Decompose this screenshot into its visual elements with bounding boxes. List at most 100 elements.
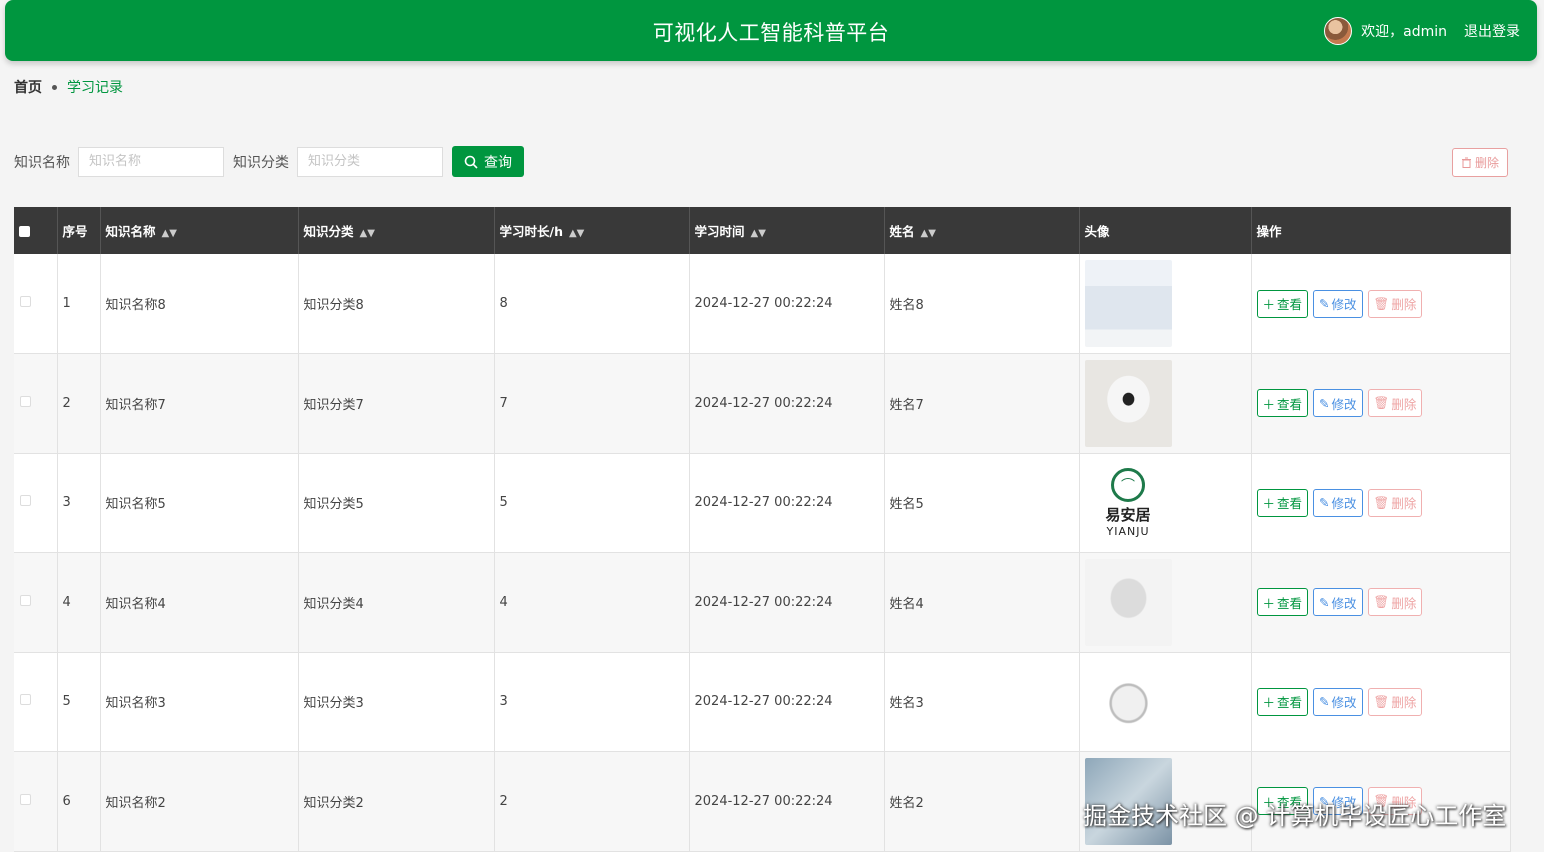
view-button[interactable]: ＋查看 <box>1256 289 1309 318</box>
plus-icon: ＋ <box>1262 496 1276 512</box>
row-checkbox[interactable] <box>20 594 31 606</box>
view-button[interactable]: ＋查看 <box>1256 488 1309 517</box>
column-header-name-label: 知识名称 <box>105 224 156 239</box>
avatar-image[interactable] <box>1084 757 1172 845</box>
welcome-text: 欢迎，admin <box>1361 24 1447 40</box>
column-header-avatar: 头像 <box>1079 207 1252 254</box>
pencil-icon: ✎ <box>1319 793 1330 809</box>
cell-person: 姓名4 <box>884 552 1080 653</box>
cell-person: 姓名8 <box>884 254 1080 354</box>
avatar-image[interactable] <box>1084 658 1172 746</box>
pencil-icon: ✎ <box>1319 694 1330 710</box>
delete-button-label: 删除 <box>1391 297 1417 312</box>
column-header-person-label: 姓名 <box>889 224 915 239</box>
view-button[interactable]: ＋查看 <box>1256 787 1309 816</box>
avatar-image[interactable]: ⌒ 易安居 YIANJU <box>1084 459 1172 547</box>
edit-button[interactable]: ✎ 修改 <box>1313 787 1363 816</box>
sort-icon[interactable]: ▲▼ <box>162 228 177 239</box>
logout-link[interactable]: 退出登录 <box>1464 21 1520 41</box>
delete-button[interactable]: 🗑 删除 <box>1367 389 1423 418</box>
bulk-delete-button[interactable]: 删除 <box>1452 148 1508 177</box>
delete-button[interactable]: 🗑 删除 <box>1367 787 1423 816</box>
query-button-label: 查询 <box>484 154 512 171</box>
column-header-name[interactable]: 知识名称 ▲▼ <box>100 207 299 254</box>
row-checkbox[interactable] <box>20 395 31 407</box>
trash-icon: 🗑 <box>1373 494 1390 510</box>
row-checkbox[interactable] <box>20 793 31 805</box>
delete-button-label: 删除 <box>1391 695 1417 711</box>
row-checkbox[interactable] <box>20 495 31 507</box>
sort-icon[interactable]: ▲▼ <box>921 228 936 239</box>
sort-icon[interactable]: ▲▼ <box>360 228 375 239</box>
edit-button[interactable]: ✎ 修改 <box>1313 389 1363 418</box>
edit-button-label: 修改 <box>1331 496 1357 512</box>
avatar-image[interactable] <box>1084 359 1172 447</box>
column-header-category[interactable]: 知识分类 ▲▼ <box>298 207 495 254</box>
view-button[interactable]: ＋查看 <box>1256 389 1309 418</box>
breadcrumb: 首页 学习记录 <box>14 77 123 97</box>
avatar-image[interactable] <box>1084 260 1172 347</box>
edit-button[interactable]: ✎ 修改 <box>1313 488 1363 517</box>
row-checkbox[interactable] <box>20 296 31 307</box>
select-all-header[interactable] <box>14 207 58 254</box>
delete-button[interactable]: 🗑 删除 <box>1367 488 1423 517</box>
column-header-time[interactable]: 学习时间 ▲▼ <box>689 207 885 254</box>
plus-icon: ＋ <box>1262 695 1276 711</box>
cell-hours: 2 <box>494 751 690 852</box>
column-header-time-label: 学习时间 <box>694 224 745 239</box>
delete-button[interactable]: 🗑 删除 <box>1367 687 1423 716</box>
cell-hours: 3 <box>494 652 690 752</box>
row-select-cell[interactable] <box>14 552 58 653</box>
site-title: 可视化人工智能科普平台 <box>652 21 890 45</box>
logo-name: 易安居 <box>1105 505 1151 524</box>
cell-time: 2024-12-27 00:22:24 <box>689 652 885 752</box>
view-button[interactable]: ＋查看 <box>1256 687 1309 716</box>
plus-icon: ＋ <box>1262 396 1276 412</box>
row-select-cell[interactable] <box>14 254 58 354</box>
sort-icon[interactable]: ▲▼ <box>569 228 584 239</box>
query-button[interactable]: 查询 <box>452 146 524 177</box>
row-select-cell[interactable] <box>14 453 58 553</box>
row-select-cell[interactable] <box>14 652 58 752</box>
edit-button[interactable]: ✎ 修改 <box>1313 588 1363 617</box>
column-header-hours[interactable]: 学习时长/h ▲▼ <box>494 207 690 254</box>
row-checkbox[interactable] <box>20 694 31 706</box>
edit-button[interactable]: ✎ 修改 <box>1313 289 1363 318</box>
avatar-image[interactable] <box>1084 558 1172 646</box>
view-button-label: 查看 <box>1277 595 1303 611</box>
view-button-label: 查看 <box>1277 297 1303 312</box>
cell-time: 2024-12-27 00:22:24 <box>689 353 885 454</box>
plus-icon: ＋ <box>1262 297 1276 312</box>
view-button-label: 查看 <box>1277 695 1303 711</box>
name-filter-input[interactable] <box>78 146 224 177</box>
cell-index: 5 <box>57 652 101 752</box>
cell-name: 知识名称7 <box>100 353 299 454</box>
column-header-category-label: 知识分类 <box>303 224 354 239</box>
cell-hours: 8 <box>494 254 690 354</box>
select-all-checkbox[interactable] <box>19 226 30 237</box>
breadcrumb-separator <box>52 84 57 90</box>
sort-icon[interactable]: ▲▼ <box>751 228 766 239</box>
row-select-cell[interactable] <box>14 353 58 454</box>
category-filter-input[interactable] <box>297 146 443 177</box>
breadcrumb-current: 学习记录 <box>67 80 123 96</box>
table-row: 5 知识名称3 知识分类3 3 2024-12-27 00:22:24 姓名3 ＋查看 ✎ 修改… <box>14 652 1511 752</box>
trash-icon: 🗑 <box>1373 295 1390 311</box>
view-button[interactable]: ＋查看 <box>1256 588 1309 617</box>
column-header-person[interactable]: 姓名 ▲▼ <box>884 207 1080 254</box>
trash-icon <box>1461 157 1471 168</box>
delete-button-label: 删除 <box>1391 794 1417 810</box>
breadcrumb-home[interactable]: 首页 <box>14 77 42 97</box>
row-select-cell[interactable] <box>14 751 58 852</box>
table-row: 1 知识名称8 知识分类8 8 2024-12-27 00:22:24 姓名8 ＋查看 ✎ 修改… <box>14 254 1511 354</box>
edit-button[interactable]: ✎ 修改 <box>1313 687 1363 716</box>
table-row: 2 知识名称7 知识分类7 7 2024-12-27 00:22:24 姓名7 ＋查看 ✎ 修改… <box>14 353 1511 454</box>
delete-button[interactable]: 🗑 删除 <box>1367 289 1423 318</box>
delete-button[interactable]: 🗑 删除 <box>1367 588 1423 617</box>
top-navbar: 可视化人工智能科普平台 欢迎，admin 退出登录 <box>5 0 1537 61</box>
yianju-logo-icon: ⌒ <box>1111 467 1145 502</box>
cell-hours: 7 <box>494 353 690 454</box>
user-avatar[interactable] <box>1324 17 1353 45</box>
cell-name: 知识名称3 <box>100 652 299 752</box>
cell-person: 姓名5 <box>884 453 1080 553</box>
